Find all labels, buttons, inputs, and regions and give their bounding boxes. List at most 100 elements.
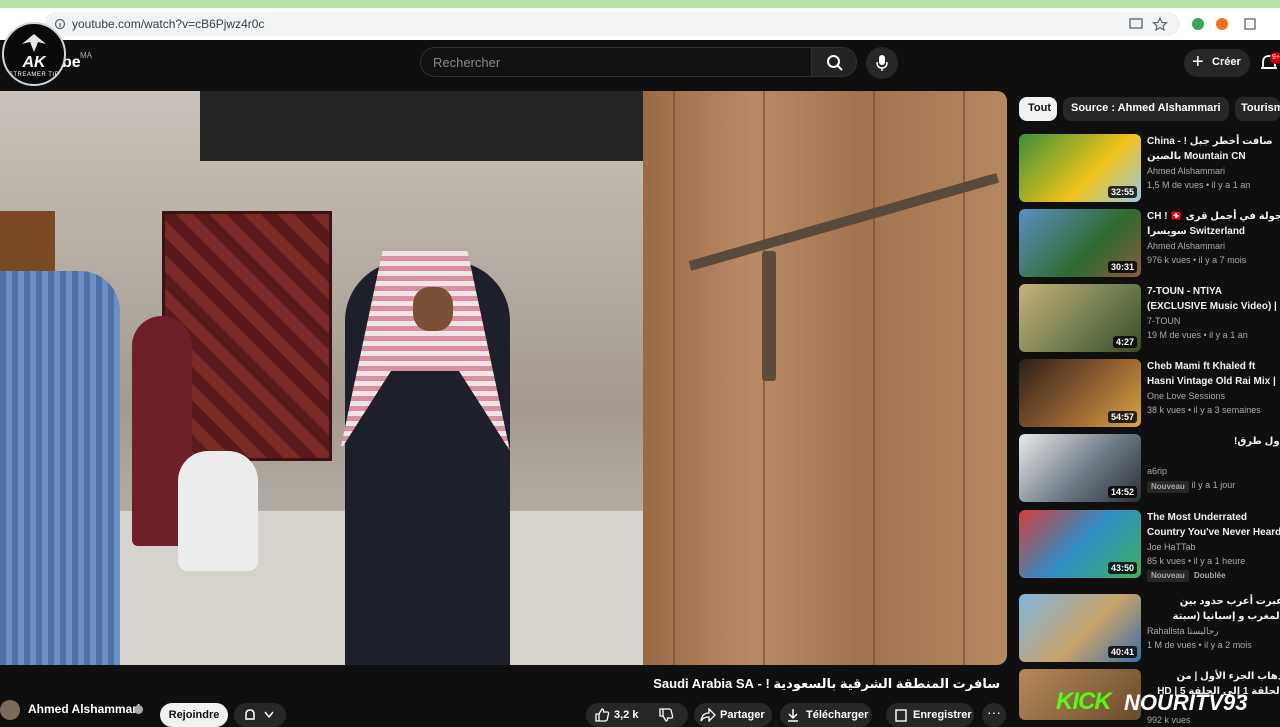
rec-title[interactable]: عبرت أعرب حدود بين المغرب و إسبانيا (سبت… — [1147, 594, 1280, 624]
new-badge: Nouveau — [1147, 481, 1189, 493]
notification-count-badge: 9+ — [1270, 52, 1280, 64]
rec-title[interactable]: China - ! صافت أخطر جبل بالصين Mountain … — [1147, 134, 1280, 164]
door-plank — [963, 91, 965, 665]
rec-title[interactable]: 7-TOUN - NTIYA (EXCLUSIVE Music Video) |… — [1147, 284, 1280, 314]
rec-channel[interactable]: 7-TOUN — [1147, 316, 1180, 326]
duration-badge: 40:41 — [1107, 646, 1137, 658]
recommendation-item[interactable]: 40:41 عبرت أعرب حدود بين المغرب و إسباني… — [1019, 594, 1280, 664]
rec-channel[interactable]: One Love Sessions — [1147, 391, 1225, 401]
video-thumbnail[interactable]: 32:55 — [1019, 134, 1141, 202]
chip-label: Source : Ahmed Alshammari — [1071, 102, 1221, 114]
search-button[interactable] — [811, 47, 857, 77]
video-thumbnail[interactable]: 40:41 — [1019, 594, 1141, 662]
recommendation-item[interactable]: 54:57 Cheb Mami ft Khaled ft Hasni Vinta… — [1019, 359, 1280, 429]
eagle-icon — [22, 34, 46, 52]
search-input[interactable]: Rechercher — [420, 47, 812, 77]
like-thumb-icon[interactable] — [594, 707, 610, 723]
video-thumbnail[interactable]: 14:52 — [1019, 434, 1141, 502]
chip-label: Tourisme — [1241, 102, 1280, 114]
create-button[interactable]: + Créer — [1184, 49, 1250, 77]
duration-badge: 54:57 — [1107, 411, 1137, 423]
recommendation-item[interactable]: 14:52 أول طرق! a6rip 155 vues • il y a 1… — [1019, 434, 1280, 504]
bookmark-star-icon[interactable] — [1152, 16, 1168, 32]
recommendation-item[interactable]: 4:27 7-TOUN - NTIYA (EXCLUSIVE Music Vid… — [1019, 284, 1280, 354]
chip-label: Tout — [1028, 102, 1052, 114]
logo-subtext: STREAMER TIP — [8, 72, 60, 78]
voice-search-button[interactable] — [866, 47, 898, 79]
rec-meta: 1,5 M de vues • il y a 1 an — [1147, 180, 1251, 190]
rec-title[interactable]: Cheb Mami ft Khaled ft Hasni Vintage Old… — [1147, 359, 1280, 389]
recommendation-item[interactable]: 32:55 China - ! صافت أخطر جبل بالصين Mou… — [1019, 134, 1280, 204]
youtube-header: be MA Rechercher + Créer 9+ — [0, 40, 1280, 88]
chevron-down-icon — [264, 711, 274, 719]
duration-badge: 14:52 — [1107, 486, 1137, 498]
search-icon — [827, 55, 843, 71]
verified-icon — [134, 705, 143, 714]
channel-name[interactable]: Ahmed Alshammari — [28, 702, 140, 716]
rec-channel[interactable]: Rahalista رحاليستا — [1147, 626, 1219, 637]
more-actions-button[interactable]: ··· — [982, 703, 1006, 727]
rec-channel[interactable]: a6rip — [1147, 466, 1167, 476]
rec-title[interactable]: أول طرق! — [1147, 434, 1280, 464]
rec-title[interactable]: CH ! 🇨🇭 جولة في أجمل قرى سويسرا Switzerl… — [1147, 209, 1280, 239]
recommendation-item[interactable]: 43:50 The Most Underrated Country You've… — [1019, 510, 1280, 582]
rec-meta: 992 k vues — [1147, 715, 1191, 725]
microphone-icon — [876, 55, 888, 71]
chip-source[interactable]: Source : Ahmed Alshammari — [1063, 97, 1229, 121]
browser-toolbar: youtube.com/watch?v=cB6Pjwz4r0c — [0, 8, 1280, 40]
like-dislike-group: 3,2 k — [586, 703, 688, 727]
rec-meta: 85 k vues • il y a 1 heure — [1147, 556, 1246, 566]
bell-icon — [245, 709, 255, 720]
browser-top-strip — [0, 0, 1280, 8]
chip-tourism[interactable]: Tourisme — [1235, 97, 1280, 121]
kick-logo-text: KICK — [1056, 688, 1112, 715]
dislike-thumb-icon[interactable] — [658, 707, 674, 723]
video-player[interactable] — [0, 91, 1007, 665]
new-badge: Nouveau — [1147, 570, 1189, 582]
rec-channel[interactable]: Ahmed Alshammari — [1147, 166, 1225, 176]
rec-meta: 38 k vues • il y a 3 semaines — [1147, 405, 1261, 415]
child-sitting — [178, 451, 258, 571]
video-thumbnail[interactable]: 43:50 — [1019, 510, 1141, 578]
channel-avatar[interactable] — [0, 700, 20, 720]
site-info-icon[interactable] — [54, 18, 66, 30]
subscription-bell-button[interactable] — [234, 703, 286, 727]
create-label: Créer — [1212, 56, 1241, 68]
extension-icon-green[interactable] — [1190, 16, 1206, 32]
video-title: سافرت المنطقة الشرقية بالسعودية ! - Saud… — [653, 676, 1000, 691]
join-button[interactable]: Rejoindre — [160, 703, 228, 727]
like-count: 3,2 k — [614, 709, 639, 721]
extensions-puzzle-icon[interactable] — [1242, 16, 1258, 32]
duration-badge: 43:50 — [1107, 562, 1137, 574]
extension-icon-orange[interactable] — [1214, 16, 1230, 32]
country-code: MA — [80, 51, 92, 60]
plus-icon: + — [1192, 51, 1204, 73]
rec-channel[interactable]: Ahmed Alshammari — [1147, 241, 1225, 251]
streamer-logo: AK STREAMER TIP — [2, 22, 66, 86]
rec-meta: 19 M de vues • il y a 1 an — [1147, 330, 1248, 340]
save-label: Enregistrer — [913, 709, 972, 721]
save-button[interactable]: Enregistrer — [886, 703, 974, 727]
door-plank — [873, 91, 875, 665]
duration-badge: 30:31 — [1107, 261, 1137, 273]
share-button[interactable]: Partager — [694, 703, 772, 727]
video-thumbnail[interactable]: 4:27 — [1019, 284, 1141, 352]
person-blue-dress — [0, 271, 120, 665]
address-bar[interactable]: youtube.com/watch?v=cB6Pjwz4r0c — [44, 12, 1180, 36]
rec-title[interactable]: The Most Underrated Country You've Never… — [1147, 510, 1280, 540]
video-thumbnail[interactable]: 30:31 — [1019, 209, 1141, 277]
download-button[interactable]: Télécharger — [780, 703, 872, 727]
dubbed-badge: Doublée — [1194, 571, 1226, 580]
video-scene-room — [0, 91, 643, 665]
rec-channel[interactable]: Joe HaTTab — [1147, 542, 1196, 552]
search-placeholder: Rechercher — [433, 55, 501, 70]
video-scene-door — [643, 91, 1007, 665]
ceiling — [200, 91, 643, 161]
recommendation-item[interactable]: 30:31 CH ! 🇨🇭 جولة في أجمل قرى سويسرا Sw… — [1019, 209, 1280, 279]
url-text: youtube.com/watch?v=cB6Pjwz4r0c — [72, 17, 265, 31]
chip-all[interactable]: Tout — [1019, 97, 1057, 121]
install-app-icon[interactable] — [1128, 16, 1144, 32]
door-plank — [673, 91, 675, 665]
video-thumbnail[interactable]: 54:57 — [1019, 359, 1141, 427]
face — [413, 287, 453, 331]
